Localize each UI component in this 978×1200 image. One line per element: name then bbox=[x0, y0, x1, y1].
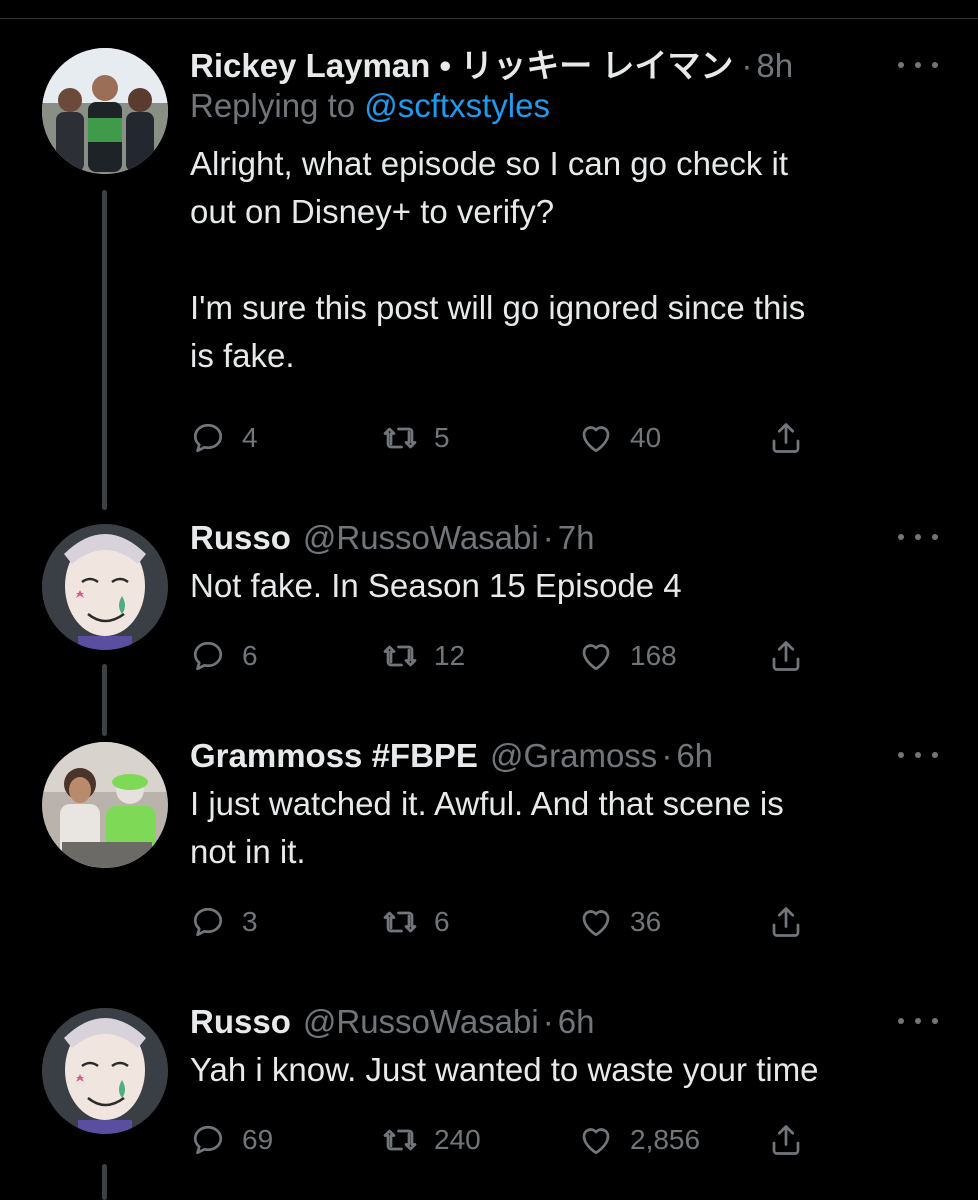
retweet-icon bbox=[383, 911, 417, 933]
tweet-actions: 3 6 36 bbox=[190, 902, 830, 942]
reply-button[interactable]: 6 bbox=[190, 636, 258, 676]
tweet-actions: 4 5 40 bbox=[190, 418, 830, 458]
more-icon[interactable] bbox=[898, 522, 938, 552]
display-name[interactable]: Grammoss #FBPE bbox=[190, 736, 478, 776]
user-handle[interactable]: @RussoWasabi bbox=[303, 1002, 539, 1042]
separator-dot: · bbox=[542, 1003, 554, 1040]
share-icon bbox=[772, 423, 800, 453]
reply-count: 69 bbox=[242, 1124, 274, 1155]
timestamp[interactable]: 6h bbox=[676, 736, 713, 776]
share-button[interactable] bbox=[768, 418, 804, 458]
retweet-icon bbox=[383, 1129, 417, 1151]
tweet-actions: 69 240 2,856 bbox=[190, 1120, 830, 1160]
display-name[interactable]: Russo bbox=[190, 1002, 291, 1042]
mention-link[interactable]: @scftxstyles bbox=[364, 87, 550, 124]
more-icon[interactable] bbox=[898, 740, 938, 770]
retweet-count: 12 bbox=[434, 640, 466, 671]
user-handle[interactable]: @RussoWasabi bbox=[303, 518, 539, 558]
retweet-count: 240 bbox=[434, 1124, 481, 1155]
like-button[interactable]: 168 bbox=[578, 636, 677, 676]
timestamp[interactable]: 8h bbox=[756, 46, 793, 86]
heart-icon bbox=[582, 1128, 610, 1155]
tweet-header: Grammoss #FBPE @Gramoss · 6h bbox=[190, 736, 938, 776]
share-icon bbox=[772, 907, 800, 937]
retweet-button[interactable]: 6 bbox=[382, 902, 450, 942]
avatar-photo bbox=[42, 1008, 168, 1134]
top-divider bbox=[0, 0, 978, 19]
reply-count: 4 bbox=[242, 422, 258, 453]
like-count: 2,856 bbox=[630, 1124, 701, 1155]
avatar[interactable] bbox=[42, 524, 168, 650]
tweet-header: Russo @RussoWasabi · 6h bbox=[190, 1002, 938, 1042]
avatar-photo bbox=[42, 524, 168, 650]
like-button[interactable]: 40 bbox=[578, 418, 661, 458]
more-icon[interactable] bbox=[898, 50, 938, 80]
replying-prefix: Replying to bbox=[190, 87, 365, 124]
like-count: 36 bbox=[630, 906, 662, 937]
share-button[interactable] bbox=[768, 636, 804, 676]
like-button[interactable]: 36 bbox=[578, 902, 661, 942]
share-button[interactable] bbox=[768, 902, 804, 942]
like-count: 168 bbox=[630, 640, 677, 671]
retweet-button[interactable]: 5 bbox=[382, 418, 450, 458]
display-name[interactable]: Russo bbox=[190, 518, 291, 558]
avatar[interactable] bbox=[42, 48, 168, 174]
avatar[interactable] bbox=[42, 1008, 168, 1134]
separator-dot: · bbox=[741, 47, 753, 84]
avatar-photo bbox=[42, 48, 168, 174]
timestamp[interactable]: 6h bbox=[558, 1002, 595, 1042]
heart-icon bbox=[582, 426, 610, 453]
like-button[interactable]: 2,856 bbox=[578, 1120, 700, 1160]
separator-dot: · bbox=[661, 737, 673, 774]
tweet-text: Alright, what episode so I can go check … bbox=[190, 145, 806, 374]
reply-count: 3 bbox=[242, 906, 258, 937]
tweet-header: Rickey Layman • リッキー レイマン · 8h bbox=[190, 46, 938, 86]
timestamp[interactable]: 7h bbox=[558, 518, 595, 558]
retweet-button[interactable]: 12 bbox=[382, 636, 465, 676]
reply-icon bbox=[193, 1125, 223, 1155]
reply-button[interactable]: 69 bbox=[190, 1120, 273, 1160]
share-icon bbox=[772, 641, 800, 671]
tweet-header: Russo @RussoWasabi · 7h bbox=[190, 518, 938, 558]
display-name[interactable]: Rickey Layman • リッキー レイマン bbox=[190, 46, 733, 86]
heart-icon bbox=[582, 644, 610, 671]
heart-icon bbox=[582, 910, 610, 937]
tweet-text: Yah i know. Just wanted to waste your ti… bbox=[190, 1051, 819, 1088]
reply-count: 6 bbox=[242, 640, 258, 671]
avatar[interactable] bbox=[42, 742, 168, 868]
separator-dot: · bbox=[542, 519, 554, 556]
tweet-text: Not fake. In Season 15 Episode 4 bbox=[190, 567, 682, 604]
reply-button[interactable]: 3 bbox=[190, 902, 258, 942]
more-icon[interactable] bbox=[898, 1006, 938, 1036]
thread-line bbox=[102, 190, 107, 510]
share-button[interactable] bbox=[768, 1120, 804, 1160]
user-handle[interactable]: @Gramoss bbox=[490, 736, 657, 776]
reply-icon bbox=[193, 423, 223, 453]
reply-icon bbox=[193, 907, 223, 937]
retweet-icon bbox=[383, 645, 417, 667]
replying-to: Replying to @scftxstyles bbox=[190, 86, 938, 126]
reply-button[interactable]: 4 bbox=[190, 418, 258, 458]
thread-line bbox=[102, 1164, 107, 1200]
avatar-photo bbox=[42, 742, 168, 868]
retweet-count: 5 bbox=[434, 422, 450, 453]
tweet-text: I just watched it. Awful. And that scene… bbox=[190, 785, 784, 870]
thread-line bbox=[102, 664, 107, 736]
retweet-button[interactable]: 240 bbox=[382, 1120, 481, 1160]
share-icon bbox=[772, 1125, 800, 1155]
tweet-actions: 6 12 168 bbox=[190, 636, 830, 676]
reply-icon bbox=[193, 641, 223, 671]
like-count: 40 bbox=[630, 422, 662, 453]
retweet-count: 6 bbox=[434, 906, 450, 937]
retweet-icon bbox=[383, 427, 417, 449]
